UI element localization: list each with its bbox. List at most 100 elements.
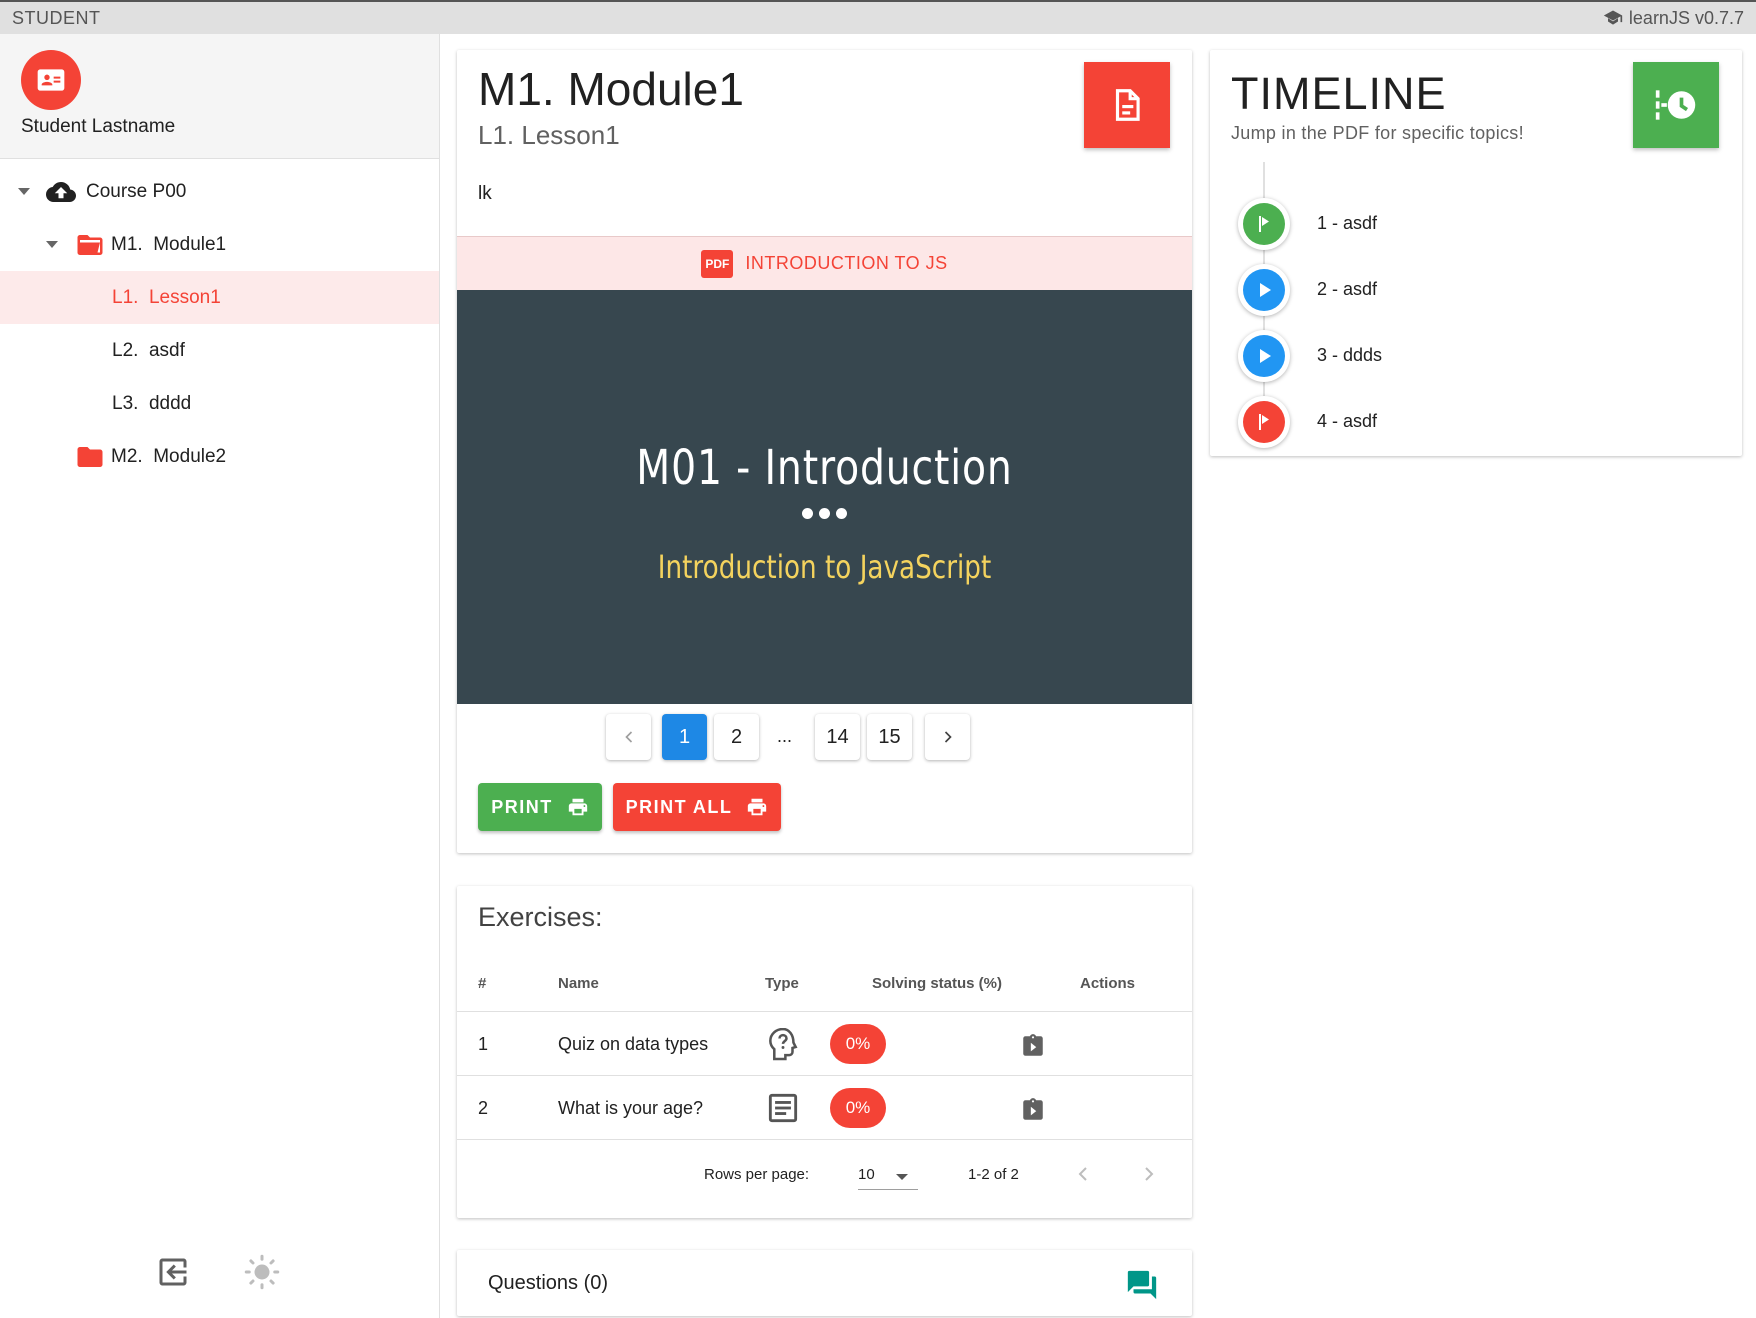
- questions-card[interactable]: Questions (0): [457, 1250, 1192, 1316]
- module-title: M1. Module1: [478, 63, 744, 115]
- column-header[interactable]: Type: [765, 975, 799, 992]
- prev-page-button[interactable]: [606, 714, 651, 760]
- column-header[interactable]: Solving status (%): [872, 975, 1002, 992]
- tree-item-course[interactable]: Course P00: [0, 165, 439, 218]
- printer-icon: [748, 798, 767, 816]
- table-header: # Name Type Solving status (%) Actions: [457, 954, 1192, 1012]
- flag-icon: [1259, 216, 1269, 232]
- lesson-badge: [1084, 62, 1170, 148]
- table-row[interactable]: 1 Quiz on data types 0%: [457, 1012, 1192, 1076]
- slide-title: M01 - Introduction: [636, 440, 1013, 496]
- id-card-icon: [37, 69, 65, 91]
- exercises-card: Exercises: # Name Type Solving status (%…: [457, 886, 1192, 1218]
- rows-per-page-select[interactable]: 10: [858, 1162, 918, 1190]
- print-button[interactable]: PRINT: [478, 783, 602, 831]
- tree-item-label: L1. Lesson1: [112, 286, 221, 308]
- exercise-number: 2: [478, 1098, 489, 1118]
- timeline-item[interactable]: 1 - asdf: [1238, 198, 1698, 250]
- questions-label: Questions (0): [488, 1272, 609, 1294]
- page-button[interactable]: 14: [815, 714, 860, 760]
- user-name: Student Lastname: [21, 116, 176, 137]
- app-version: learnJS v0.7.7: [1603, 8, 1744, 29]
- exercises-title: Exercises:: [478, 902, 603, 932]
- timeline-marker[interactable]: [1238, 396, 1290, 448]
- chevron-down-icon: [896, 1174, 908, 1180]
- start-exercise-icon[interactable]: [1020, 1032, 1046, 1060]
- pdf-pagination: 1 2 ... 14 15: [457, 714, 1192, 760]
- tree-item-lesson3[interactable]: L3. dddd: [0, 377, 439, 430]
- table-row[interactable]: 2 What is your age? 0%: [457, 1076, 1192, 1140]
- chevron-left-icon[interactable]: [1071, 1162, 1095, 1186]
- timeline-item-label: 3 - ddds: [1317, 345, 1383, 365]
- print-all-button[interactable]: PRINT ALL: [613, 783, 781, 831]
- tree-item-label: L3. dddd: [112, 392, 192, 414]
- sidebar: Student Lastname Course P00 M1. Module1 …: [0, 34, 440, 1318]
- slide-dots: [457, 508, 1192, 519]
- chat-icon[interactable]: [1125, 1268, 1159, 1302]
- tree-item-module1[interactable]: M1. Module1: [0, 218, 439, 271]
- column-header[interactable]: #: [478, 975, 486, 992]
- timeline-marker[interactable]: [1238, 264, 1290, 316]
- next-page-button[interactable]: [925, 714, 970, 760]
- page-button[interactable]: 2: [714, 714, 759, 760]
- tree-item-lesson1[interactable]: L1. Lesson1: [0, 271, 439, 324]
- play-icon: [1260, 283, 1271, 297]
- page-button[interactable]: 1: [662, 714, 707, 760]
- quiz-icon: [769, 1027, 798, 1061]
- tree-item-label: Course P00: [86, 180, 187, 202]
- start-exercise-icon[interactable]: [1020, 1096, 1046, 1124]
- timeline-badge: [1633, 62, 1719, 148]
- timeline-subtitle: Jump in the PDF for specific topics!: [1231, 123, 1524, 143]
- brightness-icon[interactable]: [244, 1254, 280, 1290]
- pdf-slide-viewer[interactable]: M01 - Introduction Introduction to JavaS…: [457, 290, 1192, 704]
- chevron-down-icon[interactable]: [18, 188, 30, 195]
- status-badge: 0%: [830, 1088, 886, 1128]
- sidebar-footer: [0, 1252, 440, 1296]
- history-timeline-icon: [1655, 90, 1696, 120]
- lesson-title: L1. Lesson1: [478, 120, 620, 150]
- logout-icon[interactable]: [155, 1252, 191, 1292]
- tree-item-lesson2[interactable]: L2. asdf: [0, 324, 439, 377]
- graduation-cap-icon: [1603, 10, 1623, 25]
- print-all-button-label: PRINT ALL: [625, 796, 733, 817]
- tree-item-module2[interactable]: M2. Module2: [0, 430, 439, 483]
- slide-subtitle: Introduction to JavaScript: [657, 548, 992, 586]
- chevron-down-icon[interactable]: [46, 241, 58, 248]
- timeline-item[interactable]: 3 - ddds: [1238, 330, 1698, 382]
- pdf-title: INTRODUCTION TO JS: [745, 253, 948, 273]
- page-button[interactable]: 15: [867, 714, 912, 760]
- tree-item-label: M1. Module1: [111, 233, 227, 255]
- play-icon: [1260, 349, 1271, 363]
- pdf-icon: PDF: [701, 249, 734, 278]
- lesson-card: M1. Module1 L1. Lesson1 lk PDF INTRODUCT…: [457, 50, 1192, 853]
- flag-icon: [1259, 414, 1269, 430]
- timeline-item[interactable]: 4 - asdf: [1238, 396, 1698, 448]
- column-header[interactable]: Actions: [1080, 975, 1135, 992]
- column-header[interactable]: Name: [558, 975, 599, 992]
- role-label: STUDENT: [12, 7, 101, 28]
- chevron-left-icon: [624, 731, 632, 743]
- timeline-item-label: 2 - asdf: [1317, 279, 1378, 299]
- timeline-item[interactable]: 2 - asdf: [1238, 264, 1698, 316]
- avatar[interactable]: [21, 50, 81, 110]
- table-footer: Rows per page: 10 1-2 of 2: [457, 1144, 1192, 1204]
- timeline-marker[interactable]: [1238, 330, 1290, 382]
- timeline-marker[interactable]: [1238, 198, 1290, 250]
- timeline-title: TIMELINE: [1231, 68, 1447, 119]
- exercise-name: Quiz on data types: [558, 1034, 709, 1054]
- folder-icon: [77, 446, 103, 467]
- timeline-item-label: 4 - asdf: [1317, 411, 1378, 431]
- timeline-item-label: 1 - asdf: [1317, 213, 1378, 233]
- text-icon: [768, 1093, 798, 1123]
- chevron-right-icon[interactable]: [1137, 1162, 1161, 1186]
- chevron-right-icon: [944, 731, 952, 743]
- top-bar: STUDENT learnJS v0.7.7: [0, 0, 1756, 34]
- lesson-description: lk: [478, 183, 492, 204]
- user-profile: Student Lastname: [0, 34, 439, 159]
- tree-item-label: L2. asdf: [112, 339, 185, 361]
- version-text: learnJS v0.7.7: [1628, 7, 1744, 28]
- page-ellipsis: ...: [777, 726, 793, 746]
- rows-per-page-value: 10: [858, 1166, 875, 1183]
- tree-item-label: M2. Module2: [111, 445, 227, 467]
- pdf-header[interactable]: PDF INTRODUCTION TO JS: [457, 236, 1192, 290]
